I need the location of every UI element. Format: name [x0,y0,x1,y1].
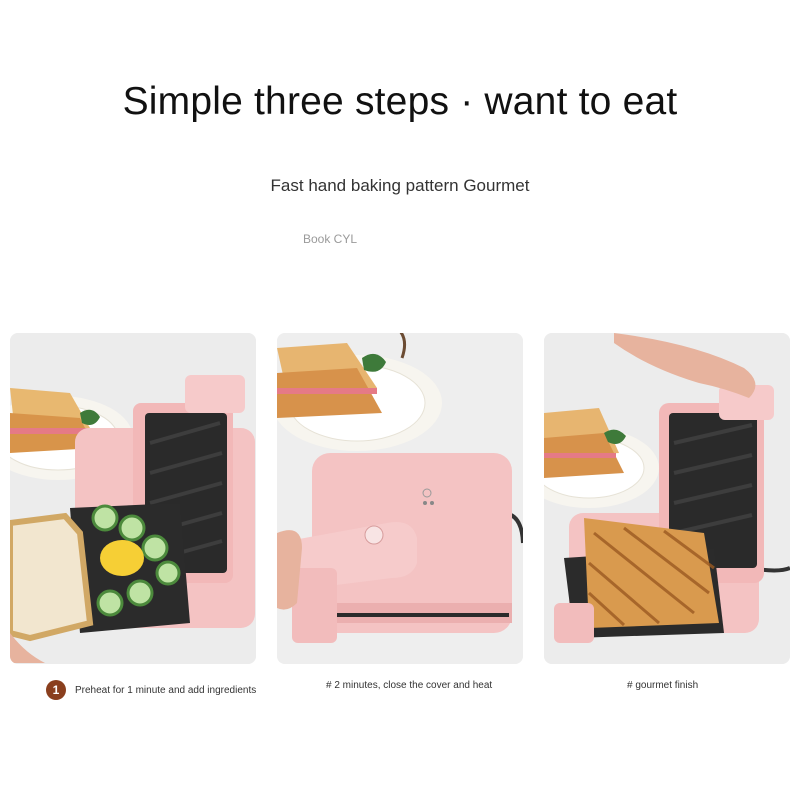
step-2-photo [277,333,523,664]
step-1-photo [10,333,256,664]
step-1-text: Preheat for 1 minute and add ingredients [75,684,257,696]
step-3-photo [544,333,790,664]
step-3-caption: # gourmet finish [627,680,698,691]
step-number-badge: 1 [46,680,66,700]
step-1-caption: 1 Preheat for 1 minute and add ingredien… [46,680,256,700]
page-subtitle: Fast hand baking pattern Gourmet [270,176,530,195]
step-3-text: # gourmet finish [627,680,699,691]
small-note: Book CYL [303,232,358,246]
step-2-text: # 2 minutes, close the cover and heat [326,680,493,691]
page-title: Simple three steps · want to eat [122,80,678,123]
step-2-caption: # 2 minutes, close the cover and heat [326,680,492,691]
